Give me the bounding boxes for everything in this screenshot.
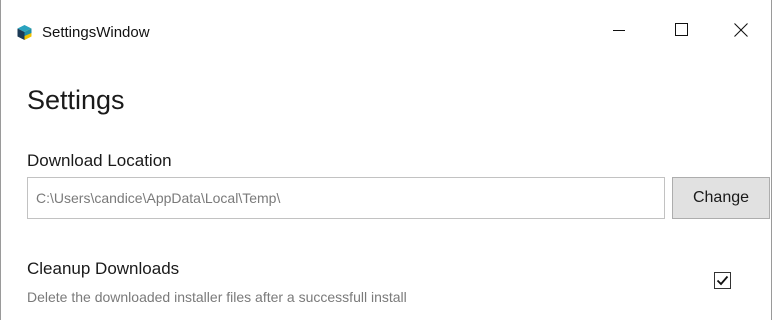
checkmark-icon: [716, 275, 729, 286]
minimize-icon: [613, 23, 625, 41]
title-bar[interactable]: SettingsWindow: [1, 0, 771, 63]
settings-window: SettingsWindow Settings Download Locatio…: [0, 0, 772, 320]
download-location-input[interactable]: [27, 177, 665, 219]
minimize-button[interactable]: [596, 10, 642, 54]
window-title: SettingsWindow: [42, 24, 150, 41]
cube-icon: [16, 24, 33, 41]
download-location-label: Download Location: [27, 151, 172, 170]
cleanup-downloads-checkbox[interactable]: [714, 272, 731, 289]
cleanup-downloads-description: Delete the downloaded installer files af…: [27, 289, 407, 305]
maximize-icon: [674, 23, 688, 41]
maximize-button[interactable]: [658, 10, 704, 54]
change-button[interactable]: Change: [672, 177, 770, 219]
cleanup-downloads-label: Cleanup Downloads: [27, 259, 180, 278]
close-button[interactable]: [718, 10, 764, 54]
page-title: Settings: [27, 85, 125, 115]
close-icon: [734, 22, 748, 42]
